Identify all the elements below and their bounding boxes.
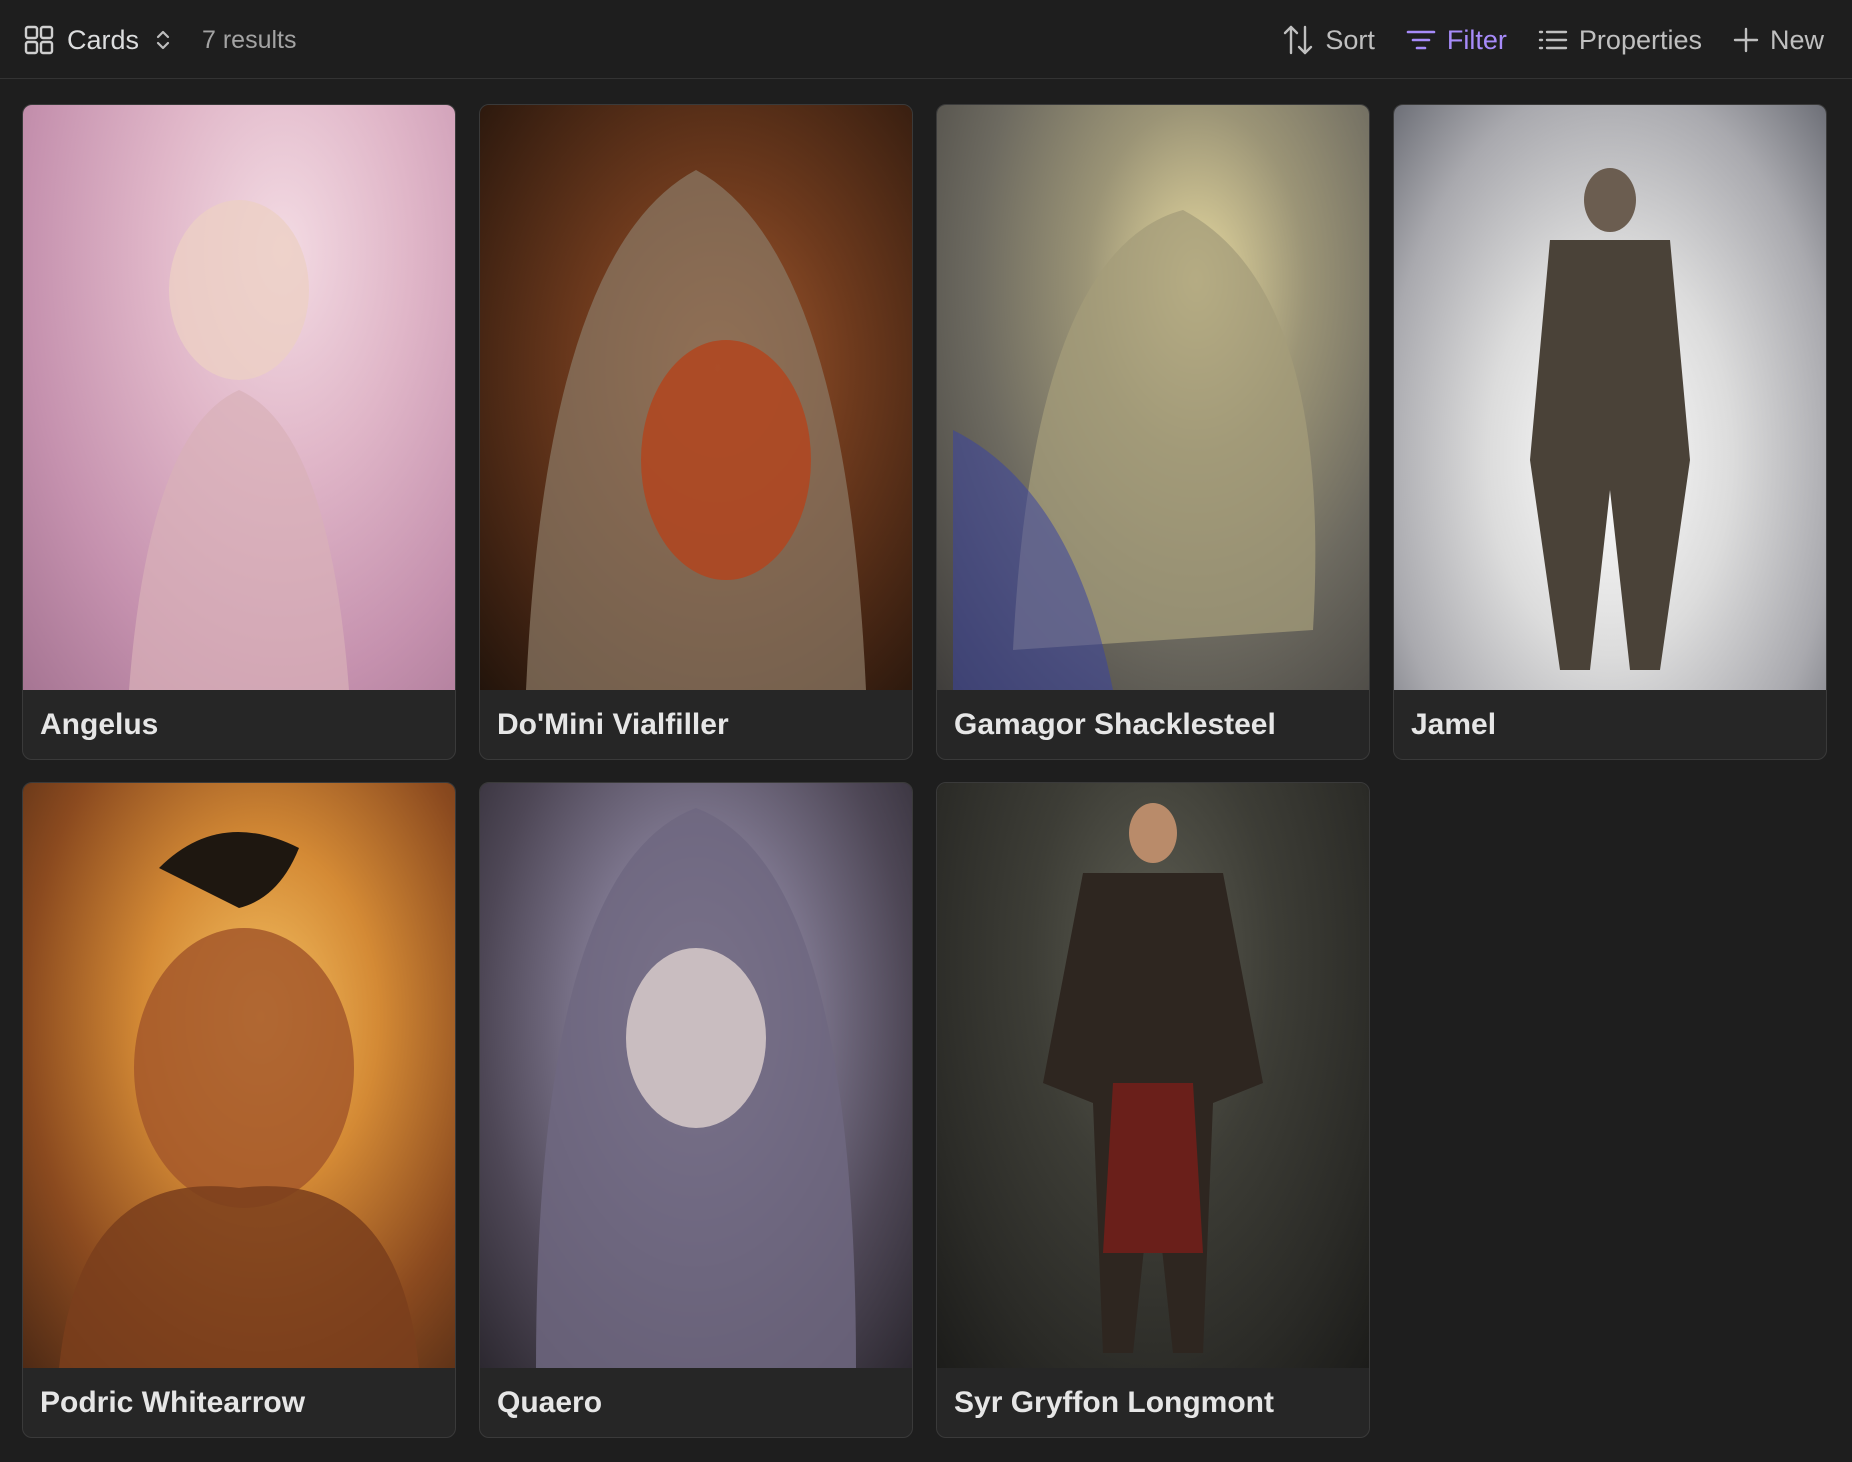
toolbar: Cards 7 results Sort Filter Properties N…: [0, 0, 1852, 79]
cards-grid: Angelus Do'Mini Vialfiller Gamagor Shack…: [22, 104, 1830, 1438]
card-title: Syr Gryffon Longmont: [954, 1385, 1274, 1419]
sort-label: Sort: [1325, 24, 1375, 55]
card-title: Angelus: [40, 707, 159, 741]
filter-icon: [1405, 25, 1447, 55]
card-cover-image: [937, 105, 1369, 690]
list-icon: [1537, 25, 1579, 55]
card-angelus[interactable]: Angelus: [22, 104, 456, 760]
card-title: Quaero: [497, 1385, 603, 1419]
result-count: 7 results: [202, 26, 297, 54]
card-cover-image: [480, 105, 912, 690]
chevron-up-down-icon: [155, 28, 171, 52]
card-cover-image: [23, 105, 455, 690]
filter-button[interactable]: Filter: [1405, 25, 1507, 56]
view-switcher[interactable]: Cards: [24, 22, 171, 58]
properties-label: Properties: [1578, 24, 1702, 55]
new-button[interactable]: New: [1732, 25, 1824, 56]
card-title: Podric Whitearrow: [40, 1385, 306, 1419]
card-podric-whitearrow[interactable]: Podric Whitearrow: [22, 782, 456, 1438]
plus-icon: [1732, 26, 1770, 54]
sort-button[interactable]: Sort: [1281, 23, 1375, 57]
card-quaero[interactable]: Quaero: [479, 782, 913, 1438]
view-label: Cards: [67, 24, 140, 55]
card-jamel[interactable]: Jamel: [1393, 104, 1827, 760]
sort-icon: [1281, 23, 1325, 57]
properties-button[interactable]: Properties: [1537, 25, 1702, 56]
card-cover-image: [480, 783, 912, 1368]
card-syr-gryffon-longmont[interactable]: Syr Gryffon Longmont: [936, 782, 1370, 1438]
filter-label: Filter: [1446, 24, 1507, 55]
grid-view-icon: [24, 25, 54, 55]
card-title: Jamel: [1411, 707, 1497, 741]
toolbar-actions: Sort Filter Properties New: [1251, 20, 1824, 60]
card-cover-image: [1394, 105, 1826, 690]
card-title: Do'Mini Vialfiller: [497, 707, 729, 741]
card-title: Gamagor Shacklesteel: [954, 707, 1276, 741]
card-gamagor-shacklesteel[interactable]: Gamagor Shacklesteel: [936, 104, 1370, 760]
card-cover-image: [23, 783, 455, 1368]
card-cover-image: [937, 783, 1369, 1368]
new-label: New: [1769, 24, 1824, 55]
card-domini-vialfiller[interactable]: Do'Mini Vialfiller: [479, 104, 913, 760]
